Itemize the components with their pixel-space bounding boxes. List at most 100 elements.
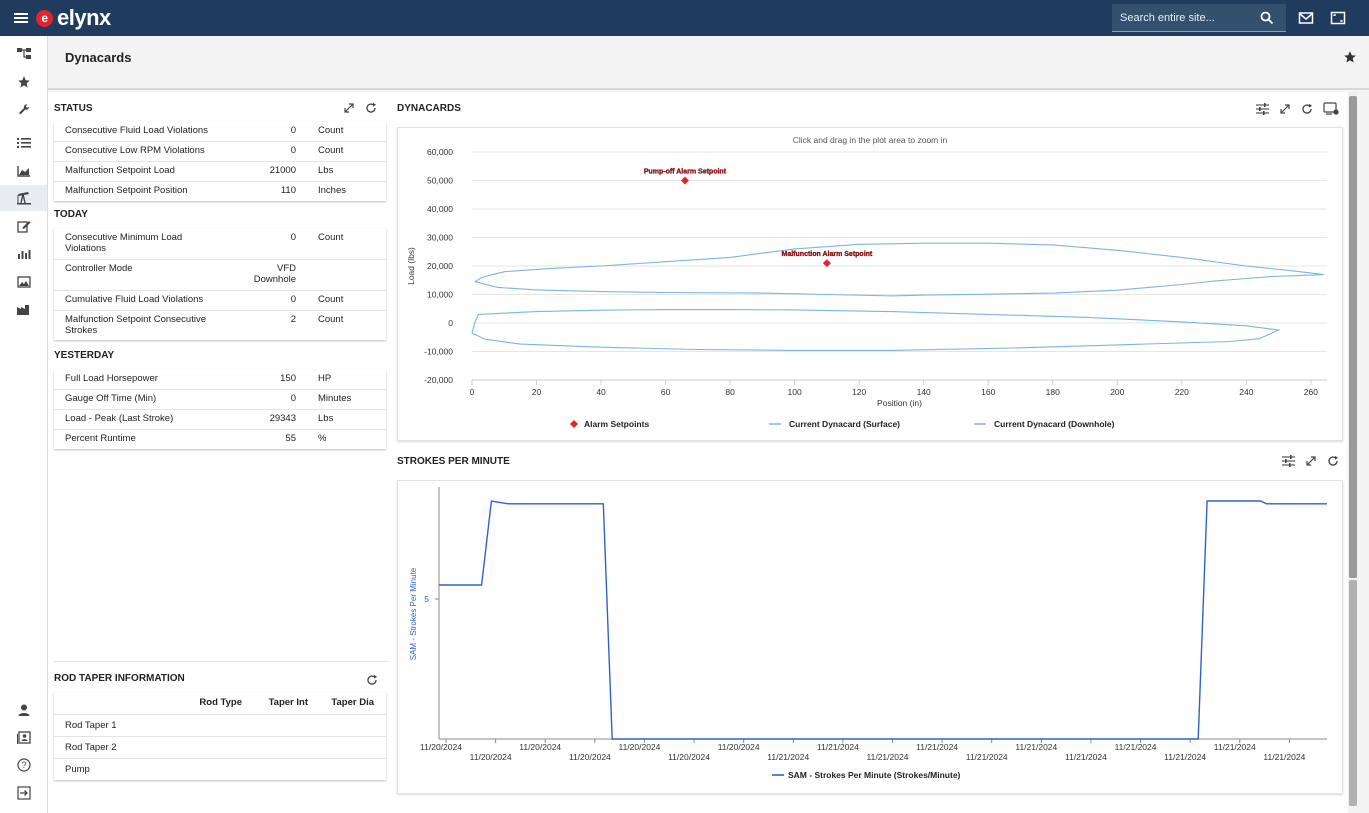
- help-icon: ?: [16, 758, 31, 772]
- y-tick-label: 40,000: [427, 204, 453, 214]
- legend-item[interactable]: Current Dynacard (Surface): [789, 419, 900, 429]
- top-bar: e elynx: [0, 0, 1369, 36]
- legend-item[interactable]: Alarm Setpoints: [584, 419, 649, 429]
- refresh-icon[interactable]: [365, 102, 377, 114]
- row-label: Controller Mode: [65, 262, 133, 274]
- settings-sliders-icon[interactable]: [1282, 455, 1295, 467]
- x-tick-label: 11/21/2024: [916, 742, 958, 752]
- row-value: 110: [280, 184, 296, 196]
- x-tick-label: 20: [532, 387, 542, 397]
- x-tick-label: 40: [596, 387, 606, 397]
- y-tick-label: 10,000: [427, 290, 453, 300]
- display-settings-icon[interactable]: [1323, 102, 1339, 115]
- rail-images[interactable]: [0, 269, 47, 295]
- expand-icon[interactable]: [1279, 103, 1291, 115]
- x-tick-label: 11/21/2024: [1115, 742, 1157, 752]
- rail-dynacards[interactable]: [0, 185, 47, 211]
- column-header: Taper Dia: [331, 697, 374, 708]
- left-rail: ?: [0, 36, 48, 813]
- table-row: Load - Peak (Last Stroke) 29343 Lbs: [54, 410, 386, 430]
- pumpjack-icon: [16, 192, 31, 205]
- legend-item[interactable]: SAM - Strokes Per Minute (Strokes/Minute…: [788, 770, 961, 780]
- x-tick-label: 11/20/2024: [569, 752, 611, 762]
- row-unit: HP: [318, 373, 332, 384]
- row-unit: [296, 260, 318, 290]
- x-tick-label: 11/20/2024: [470, 752, 512, 762]
- settings-sliders-icon[interactable]: [1256, 102, 1269, 115]
- rail-profile[interactable]: [0, 697, 47, 723]
- page-header: Dynacards: [48, 36, 1369, 90]
- column-header: Rod Type: [199, 697, 242, 708]
- rail-edit[interactable]: [0, 213, 47, 239]
- y-tick-label: 60,000: [427, 147, 453, 157]
- scrollbar-thumb-lower[interactable]: [1349, 580, 1357, 806]
- spm-toolbar: [1282, 455, 1339, 467]
- menu-icon[interactable]: [14, 11, 28, 25]
- rail-favorites[interactable]: [0, 69, 47, 95]
- user-icon: [18, 704, 29, 716]
- favorite-star-icon[interactable]: [1343, 50, 1357, 64]
- rail-logout[interactable]: [0, 780, 47, 806]
- rail-list[interactable]: [0, 130, 47, 156]
- row-value: 55: [285, 432, 296, 444]
- table-row: Rod Taper 2: [54, 736, 386, 758]
- rail-tools[interactable]: [0, 97, 47, 123]
- list-icon: [16, 138, 31, 148]
- table-row: Malfunction Setpoint Position 110 Inches: [54, 182, 386, 201]
- series-line-spm[interactable]: [439, 500, 1327, 740]
- row-value: 29343: [269, 412, 296, 424]
- scrollbar-thumb[interactable]: [1349, 96, 1357, 578]
- status-table: Consecutive Fluid Load Violations 0 Count …: [54, 122, 386, 201]
- x-tick-label: 260: [1304, 387, 1318, 397]
- table-row: Rod Taper 1: [54, 714, 386, 736]
- series-line-downhole[interactable]: [471, 309, 1281, 351]
- alarm-setpoint-marker[interactable]: [680, 176, 689, 185]
- spm-chart-panel: 5 SAM - Strokes Per Minute 11/20/2024 11/20…: [397, 480, 1343, 794]
- logout-icon: [16, 786, 31, 800]
- x-tick-label: 240: [1239, 387, 1253, 397]
- x-tick-label: 11/21/2024: [1065, 752, 1107, 762]
- y-tick-label: 50,000: [427, 176, 453, 186]
- refresh-icon[interactable]: [366, 674, 378, 686]
- rail-contacts[interactable]: [0, 725, 47, 751]
- fullscreen-icon[interactable]: [1330, 10, 1346, 26]
- spm-chart[interactable]: 5 SAM - Strokes Per Minute 11/20/2024 11/20…: [398, 481, 1344, 795]
- column-header: Taper Int: [268, 697, 308, 708]
- rail-help[interactable]: ?: [0, 752, 47, 778]
- legend-item[interactable]: Current Dynacard (Downhole): [994, 419, 1115, 429]
- hierarchy-icon: [16, 48, 31, 59]
- x-tick-label: 140: [917, 387, 931, 397]
- x-tick-label: 80: [725, 387, 735, 397]
- logo[interactable]: e elynx: [36, 5, 111, 31]
- table-row: Malfunction Setpoint Consecutive Strokes…: [54, 311, 386, 341]
- y-axis-title: Load (lbs): [406, 247, 416, 285]
- refresh-icon[interactable]: [1327, 455, 1339, 467]
- rail-charts[interactable]: [0, 158, 47, 184]
- expand-icon[interactable]: [343, 102, 355, 114]
- expand-icon[interactable]: [1305, 455, 1317, 467]
- rail-facilities[interactable]: [0, 297, 47, 323]
- spm-title: STROKES PER MINUTE: [397, 456, 510, 467]
- legend-marker: [570, 420, 578, 428]
- table-row: Full Load Horsepower 150 HP: [54, 370, 386, 390]
- image-icon: [16, 276, 31, 288]
- table-row: Percent Runtime 55%: [54, 430, 386, 449]
- refresh-icon[interactable]: [1301, 103, 1313, 115]
- dynacard-chart[interactable]: Click and drag in the plot area to zoom …: [398, 128, 1344, 442]
- yesterday-title: YESTERDAY: [54, 350, 115, 361]
- row-unit: Minutes: [318, 392, 352, 404]
- mail-icon[interactable]: [1298, 10, 1314, 26]
- row-unit: Lbs: [318, 164, 334, 176]
- rail-reports[interactable]: [0, 241, 47, 267]
- row-unit: %: [318, 432, 327, 444]
- area-chart-icon: [16, 166, 30, 177]
- x-tick-label: 11/20/2024: [718, 742, 760, 752]
- rod-taper-title: ROD TAPER INFORMATION: [54, 673, 185, 684]
- search-icon[interactable]: [1260, 11, 1274, 25]
- rail-hierarchy[interactable]: [0, 41, 47, 67]
- search-box: [1112, 4, 1286, 32]
- row-label: Consecutive Fluid Load Violations: [65, 125, 208, 136]
- series-line-surface[interactable]: [473, 242, 1324, 297]
- x-tick-label: 100: [788, 387, 802, 397]
- search-input[interactable]: [1112, 11, 1252, 24]
